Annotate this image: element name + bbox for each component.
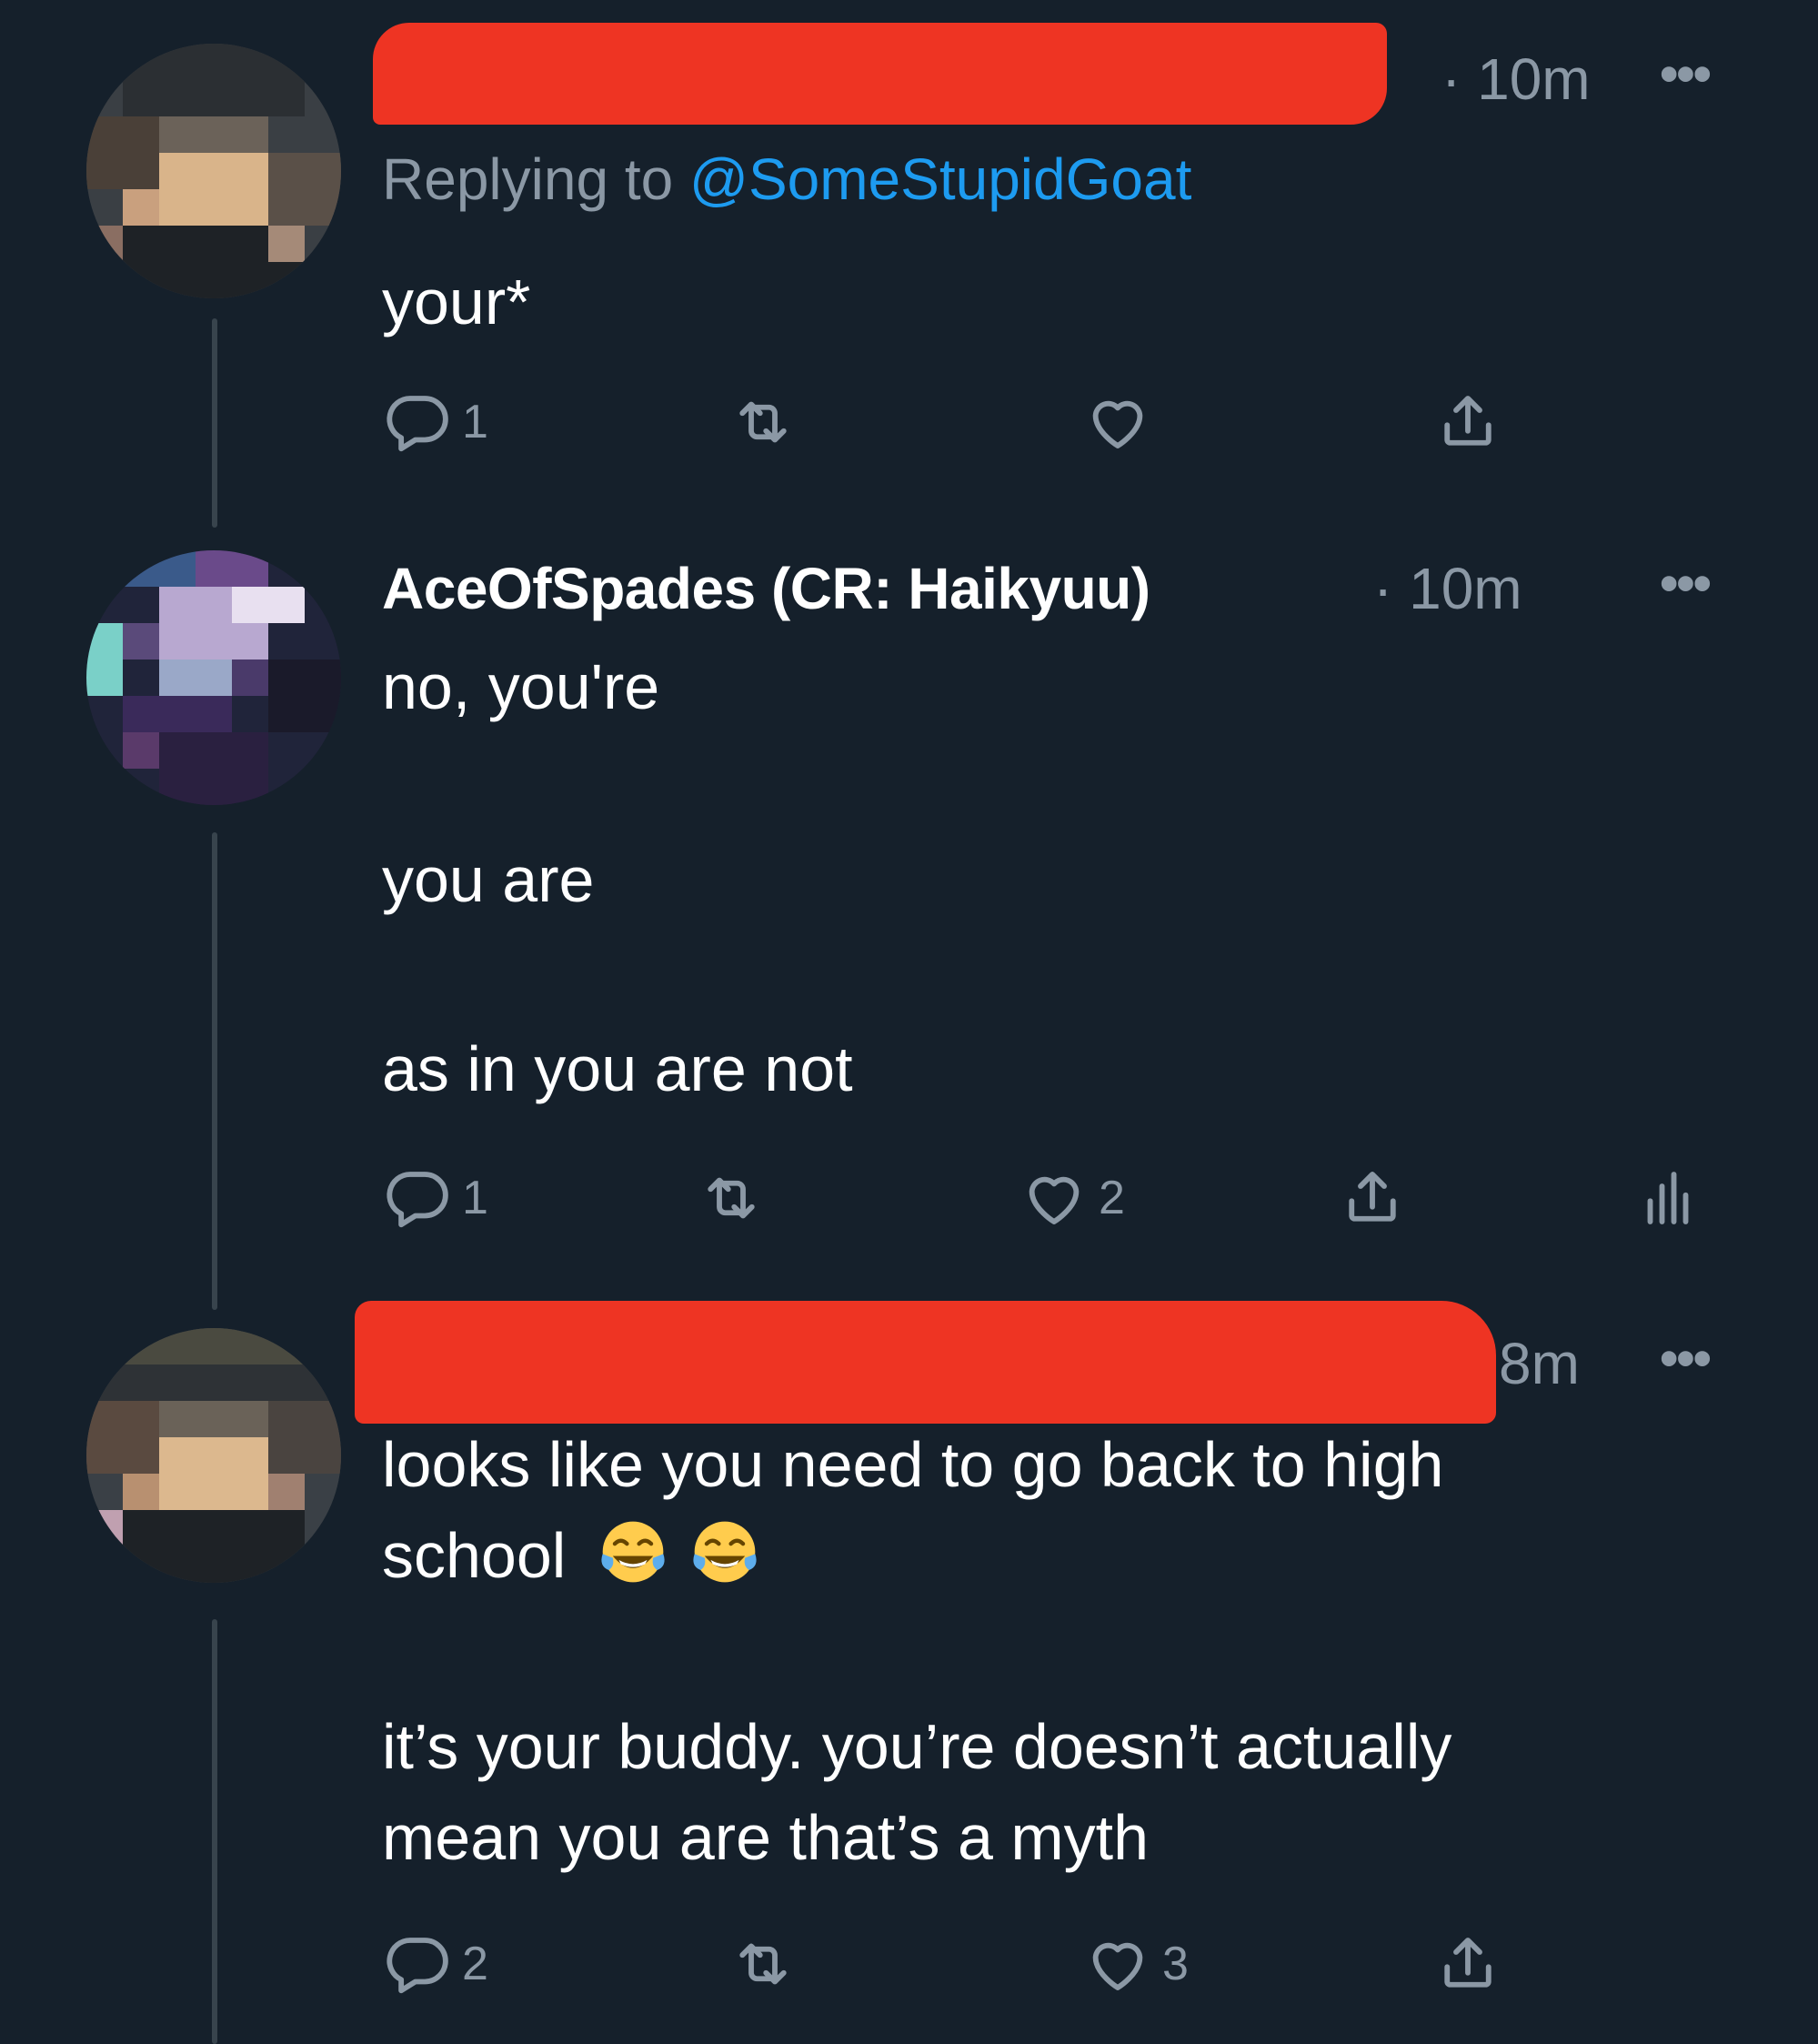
like-button[interactable]: 3 <box>1082 1928 1189 1999</box>
tweet[interactable]: 8m ••• looks like you need to go back to… <box>355 1292 1818 2044</box>
replying-to-label: Replying to <box>382 146 674 212</box>
tweet-text-fragment: school <box>382 1520 567 1591</box>
face-with-tears-of-joy-emoji-icon <box>693 1521 757 1583</box>
avatar[interactable] <box>86 550 341 805</box>
avatar[interactable] <box>86 1328 341 1583</box>
tweet-text-line: you are <box>382 844 595 915</box>
tweet-text-line: it’s your buddy. you’re doesn’t actually <box>382 1711 1452 1782</box>
more-dots-icon[interactable]: ••• <box>1660 44 1712 105</box>
reply-count: 2 <box>462 1938 488 1990</box>
reply-count: 1 <box>462 1172 488 1224</box>
redacted-username <box>373 23 1387 125</box>
retweet-icon <box>708 1177 755 1219</box>
redacted-username <box>355 1301 1496 1424</box>
avatar[interactable] <box>86 44 341 298</box>
retweet-icon <box>739 1943 787 1985</box>
heart-icon <box>1092 400 1143 448</box>
tweet-text: your* <box>382 267 531 337</box>
share-icon <box>1444 1938 1492 1988</box>
retweet-icon <box>739 401 787 443</box>
tweet-text-line-with-emoji: school <box>382 1510 761 1601</box>
like-button[interactable] <box>1082 387 1153 458</box>
tweet-text-line: as in you are not <box>382 1033 853 1104</box>
reply-button[interactable]: 1 <box>382 387 488 458</box>
replying-to-handle-link[interactable]: @SomeStupidGoat <box>689 146 1191 212</box>
share-icon <box>1349 1172 1396 1222</box>
tweet-text-line: looks like you need to go back to high <box>382 1429 1444 1500</box>
tweet[interactable]: · 10m ••• Replying to @SomeStupidGoat yo… <box>373 0 1818 519</box>
thread-line <box>212 832 217 1310</box>
tweet[interactable]: AceOfSpades (CR: Haikyuu) · 10m ••• no, … <box>382 537 1818 1255</box>
tweet-timestamp[interactable]: · 10m <box>1373 555 1522 622</box>
tweet-text-line: no, you're <box>382 651 660 722</box>
more-dots-icon[interactable]: ••• <box>1660 553 1712 614</box>
thread-line <box>212 1619 217 2044</box>
avatar-pixelated-image <box>86 1328 341 1583</box>
face-with-tears-of-joy-emoji-icon <box>601 1521 665 1583</box>
like-count: 3 <box>1162 1938 1189 1990</box>
tweet-text-line: mean you are that’s a myth <box>382 1802 1150 1873</box>
speech-bubble-icon <box>387 1172 448 1228</box>
reply-button[interactable]: 2 <box>382 1928 488 1999</box>
thread-line <box>212 318 217 528</box>
retweet-button[interactable] <box>696 1163 767 1233</box>
share-button[interactable] <box>1432 1928 1503 1999</box>
analytics-bars-icon <box>1647 1172 1689 1224</box>
like-count: 2 <box>1099 1172 1125 1224</box>
speech-bubble-icon <box>387 396 448 452</box>
avatar-pixelated-image <box>86 550 341 805</box>
share-button[interactable] <box>1432 387 1503 458</box>
reply-count: 1 <box>462 396 488 448</box>
retweet-button[interactable] <box>728 387 799 458</box>
tweet-timestamp[interactable]: · 10m <box>1441 45 1591 113</box>
share-button[interactable] <box>1337 1163 1408 1233</box>
avatar-pixelated-image <box>86 44 341 298</box>
heart-icon <box>1029 1176 1080 1224</box>
tweet-actions: 1 <box>382 387 1818 459</box>
tweet-actions: 1 2 <box>382 1163 1818 1235</box>
replying-to-line: Replying to @SomeStupidGoat <box>382 146 1191 213</box>
analytics-button[interactable] <box>1632 1163 1703 1233</box>
share-icon <box>1444 396 1492 446</box>
more-dots-icon[interactable]: ••• <box>1660 1328 1712 1389</box>
speech-bubble-icon <box>387 1938 448 1994</box>
tweet-timestamp[interactable]: 8m <box>1499 1330 1580 1397</box>
like-button[interactable]: 2 <box>1019 1163 1125 1233</box>
reply-button[interactable]: 1 <box>382 1163 488 1233</box>
tweet-actions: 2 3 <box>382 1928 1818 2001</box>
retweet-button[interactable] <box>728 1928 799 1999</box>
display-name[interactable]: AceOfSpades (CR: Haikyuu) <box>382 555 1150 622</box>
heart-icon <box>1092 1942 1143 1990</box>
